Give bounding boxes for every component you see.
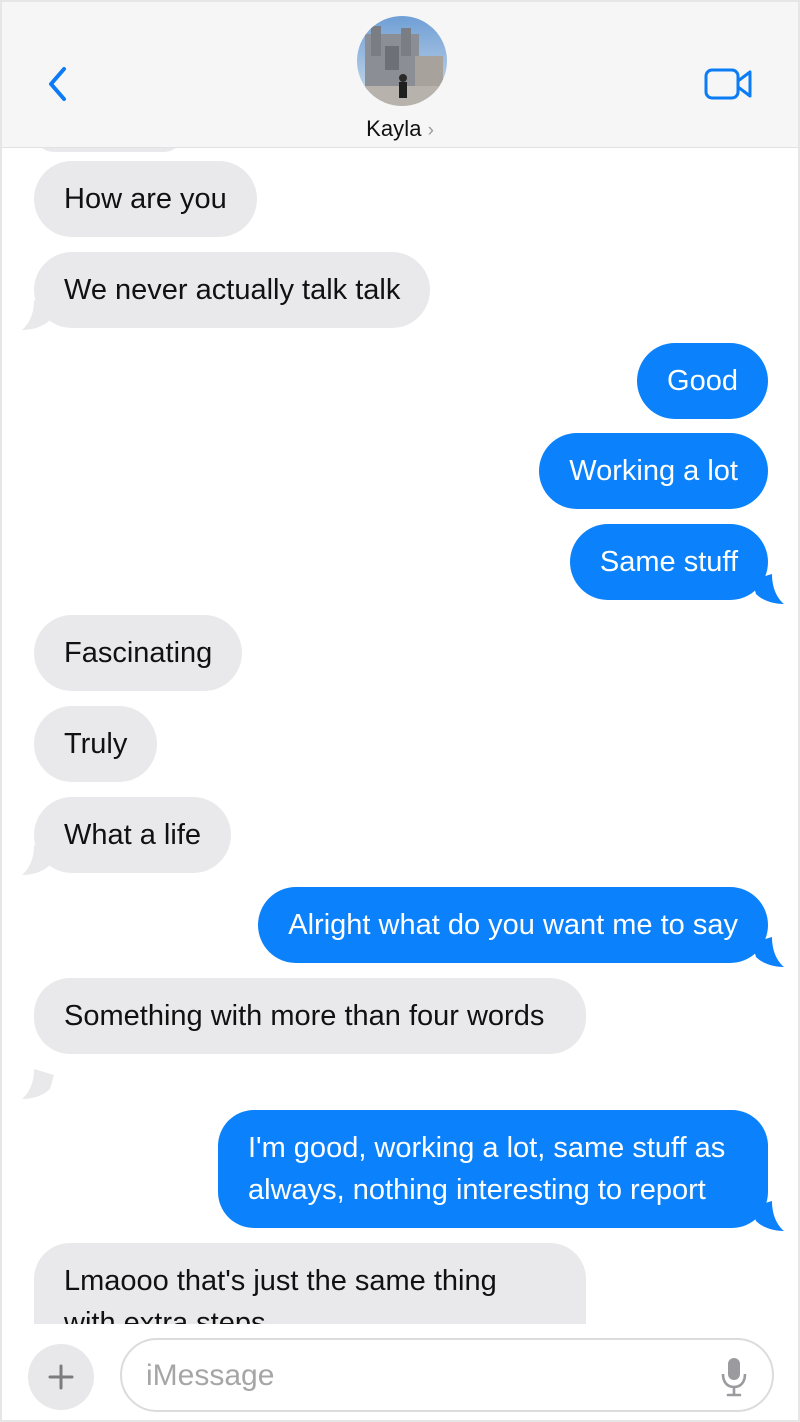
chevron-right-icon: › <box>427 120 434 141</box>
message-bubble-outgoing[interactable]: Same stuff <box>569 524 768 600</box>
messages-screen: How are you We never actually talk talk … <box>0 0 800 1422</box>
message-bubble-outgoing[interactable]: Alright what do you want me to say <box>258 887 768 963</box>
contact-name: Kayla <box>366 116 422 141</box>
message-bubble-outgoing[interactable]: I'm good, working a lot, same stuff as a… <box>218 1110 768 1228</box>
video-camera-icon <box>704 68 752 100</box>
chevron-left-icon <box>49 67 66 101</box>
imessage-input[interactable] <box>146 1354 686 1398</box>
avatar-photo <box>357 16 447 106</box>
message-field[interactable] <box>120 1338 774 1412</box>
message-bubble-incoming[interactable]: Fascinating <box>34 615 243 691</box>
bubble-tail-incoming <box>22 1069 54 1099</box>
plus-icon <box>48 1364 74 1390</box>
message-input-bar <box>2 1324 798 1420</box>
message-bubble-incoming[interactable]: We never actually talk talk <box>34 252 431 328</box>
message-bubble-outgoing[interactable]: Good <box>637 343 768 419</box>
microphone-icon[interactable] <box>720 1356 748 1398</box>
message-bubble-incoming[interactable]: Truly <box>34 706 158 782</box>
contact-name-button[interactable]: Kayla › <box>2 116 798 142</box>
contact-avatar[interactable] <box>357 16 447 106</box>
message-bubble-outgoing[interactable]: Working a lot <box>539 433 768 509</box>
message-bubble-incoming[interactable]: What a life <box>34 797 231 873</box>
message-bubble-incoming[interactable]: Something with more than four words <box>34 978 586 1054</box>
conversation-header: Kayla › <box>2 2 798 148</box>
back-button[interactable] <box>40 62 74 106</box>
message-bubble-incoming[interactable]: Lmaooo that's just the same thing with e… <box>34 1243 586 1324</box>
conversation-view[interactable]: How are you We never actually talk talk … <box>2 2 798 1324</box>
apps-plus-button[interactable] <box>28 1344 94 1410</box>
message-bubble-incoming[interactable]: How are you <box>34 161 257 237</box>
facetime-video-button[interactable] <box>702 64 754 104</box>
